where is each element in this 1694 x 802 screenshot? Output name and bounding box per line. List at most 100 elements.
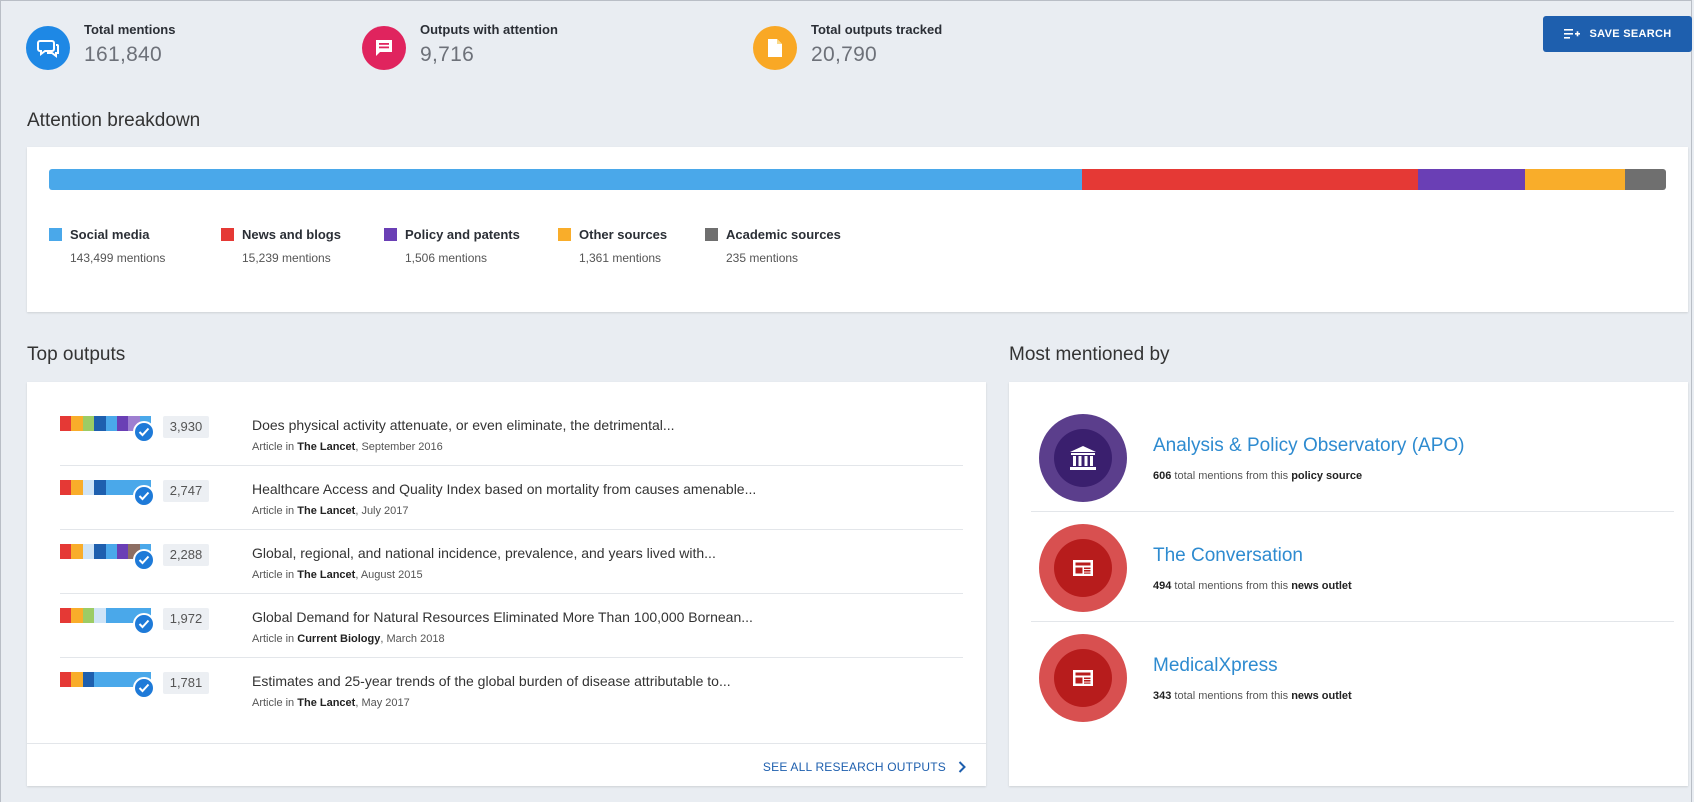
attention-donut xyxy=(60,670,155,699)
legend-label: Policy and patents xyxy=(405,227,520,242)
legend-mentions: 1,361 mentions xyxy=(579,251,662,265)
top-outputs-card: 3,930 Does physical activity attenuate, o… xyxy=(27,382,986,786)
source-name-link[interactable]: MedicalXpress xyxy=(1153,655,1278,677)
institution-icon xyxy=(1054,429,1112,487)
output-row[interactable]: 3,930 Does physical activity attenuate, o… xyxy=(60,402,963,466)
stat-value: 20,790 xyxy=(811,43,878,66)
legend-swatch xyxy=(221,228,234,241)
publication-date: , August 2015 xyxy=(355,569,423,581)
attention-bar-segment xyxy=(49,169,1083,190)
output-row[interactable]: 2,288 Global, regional, and national inci… xyxy=(60,530,963,594)
output-meta: Article in The Lancet, August 2015 xyxy=(252,569,423,581)
output-meta: Article in The Lancet, May 2017 xyxy=(252,697,410,709)
verified-check-icon xyxy=(133,613,155,635)
source-name-link[interactable]: Analysis & Policy Observatory (APO) xyxy=(1153,435,1464,457)
stat-value: 9,716 xyxy=(420,43,475,66)
attention-score: 2,747 xyxy=(163,480,209,502)
source-name-link[interactable]: The Conversation xyxy=(1153,545,1303,567)
verified-check-icon xyxy=(133,549,155,571)
attention-bar-segment xyxy=(1624,169,1666,190)
see-all-label: SEE ALL RESEARCH OUTPUTS xyxy=(762,760,946,774)
mention-count: 494 xyxy=(1153,580,1172,592)
newspaper-icon xyxy=(1054,539,1112,597)
stat-label: Outputs with attention xyxy=(420,22,558,37)
output-title-link[interactable]: Global Demand for Natural Resources Elim… xyxy=(252,609,753,625)
source-mentions: 343 total mentions from this news outlet xyxy=(1153,690,1352,702)
legend-item: Other sources 1,361 mentions xyxy=(558,227,667,265)
source-type: news outlet xyxy=(1291,690,1352,702)
legend-item: Academic sources 235 mentions xyxy=(705,227,841,265)
source-mentions: 494 total mentions from this news outlet xyxy=(1153,580,1352,592)
attention-donut xyxy=(60,542,155,571)
attention-bar xyxy=(49,169,1666,190)
stat-label: Total mentions xyxy=(84,22,176,37)
source-type: news outlet xyxy=(1291,580,1352,592)
attention-score: 1,972 xyxy=(163,608,209,630)
output-row[interactable]: 2,747 Healthcare Access and Quality Index… xyxy=(60,466,963,530)
output-row[interactable]: 1,972 Global Demand for Natural Resources… xyxy=(60,594,963,658)
document-icon xyxy=(753,26,797,70)
attention-donut xyxy=(60,606,155,635)
meta-prefix: Article in xyxy=(252,441,298,453)
source-type: policy source xyxy=(1291,470,1363,482)
stat-total-mentions: Total mentions 161,840 xyxy=(26,22,175,70)
attention-score: 2,288 xyxy=(163,544,209,566)
source-avatar xyxy=(1039,414,1127,502)
attention-bar-segment xyxy=(1525,169,1625,190)
attention-donut xyxy=(60,478,155,507)
legend-label: Academic sources xyxy=(726,227,841,242)
attention-donut xyxy=(60,414,155,443)
source-row[interactable]: Analysis & Policy Observatory (APO) 606 t… xyxy=(1031,402,1674,512)
output-row[interactable]: 1,781 Estimates and 25-year trends of the… xyxy=(60,658,963,722)
chat-bubbles-icon xyxy=(26,26,70,70)
see-all-research-outputs-link[interactable]: SEE ALL RESEARCH OUTPUTS xyxy=(763,760,966,774)
legend-label: Social media xyxy=(70,227,150,242)
chevron-right-icon xyxy=(958,761,966,773)
source-mentions: 606 total mentions from this policy sour… xyxy=(1153,470,1362,482)
save-search-button[interactable]: SAVE SEARCH xyxy=(1543,16,1692,52)
source-avatar xyxy=(1039,524,1127,612)
mention-text: total mentions from this xyxy=(1171,470,1292,482)
legend-swatch xyxy=(705,228,718,241)
output-meta: Article in Current Biology, March 2018 xyxy=(252,633,445,645)
attention-bar-segment xyxy=(1417,169,1526,190)
output-title-link[interactable]: Estimates and 25-year trends of the glob… xyxy=(252,673,731,689)
mention-count: 606 xyxy=(1153,470,1172,482)
legend-label: Other sources xyxy=(579,227,668,242)
source-row[interactable]: MedicalXpress 343 total mentions from thi… xyxy=(1031,622,1674,732)
top-outputs-title: Top outputs xyxy=(27,344,126,365)
legend-item: News and blogs 15,239 mentions xyxy=(221,227,341,265)
journal-name: The Lancet xyxy=(297,441,356,453)
stat-value: 161,840 xyxy=(84,43,163,66)
output-title-link[interactable]: Does physical activity attenuate, or eve… xyxy=(252,417,675,433)
output-title-link[interactable]: Global, regional, and national incidence… xyxy=(252,545,716,561)
mention-text: total mentions from this xyxy=(1171,690,1292,702)
newspaper-icon xyxy=(1054,649,1112,707)
publication-date: , July 2017 xyxy=(355,505,409,517)
legend-swatch xyxy=(384,228,397,241)
attention-score: 1,781 xyxy=(163,672,209,694)
output-meta: Article in The Lancet, July 2017 xyxy=(252,505,409,517)
publication-date: , May 2017 xyxy=(355,697,410,709)
stat-total-outputs-tracked: Total outputs tracked 20,790 xyxy=(753,22,942,70)
publication-date: , September 2016 xyxy=(355,441,443,453)
most-mentioned-title: Most mentioned by xyxy=(1009,344,1170,365)
attention-breakdown-title: Attention breakdown xyxy=(27,110,201,131)
stat-outputs-with-attention: Outputs with attention 9,716 xyxy=(362,22,558,70)
verified-check-icon xyxy=(133,485,155,507)
meta-prefix: Article in xyxy=(252,633,298,645)
output-title-link[interactable]: Healthcare Access and Quality Index base… xyxy=(252,481,756,497)
save-search-label: SAVE SEARCH xyxy=(1589,28,1672,40)
legend-item: Policy and patents 1,506 mentions xyxy=(384,227,520,265)
legend-mentions: 143,499 mentions xyxy=(70,251,166,265)
journal-name: The Lancet xyxy=(297,505,356,517)
verified-check-icon xyxy=(133,677,155,699)
verified-check-icon xyxy=(133,421,155,443)
attention-breakdown-card: Social media 143,499 mentions News and blo… xyxy=(27,147,1688,312)
journal-name: The Lancet xyxy=(297,569,356,581)
source-row[interactable]: The Conversation 494 total mentions from … xyxy=(1031,512,1674,622)
playlist-add-icon xyxy=(1563,28,1580,40)
legend-head: Other sources xyxy=(558,227,667,242)
legend-head: Policy and patents xyxy=(384,227,520,242)
meta-prefix: Article in xyxy=(252,569,298,581)
